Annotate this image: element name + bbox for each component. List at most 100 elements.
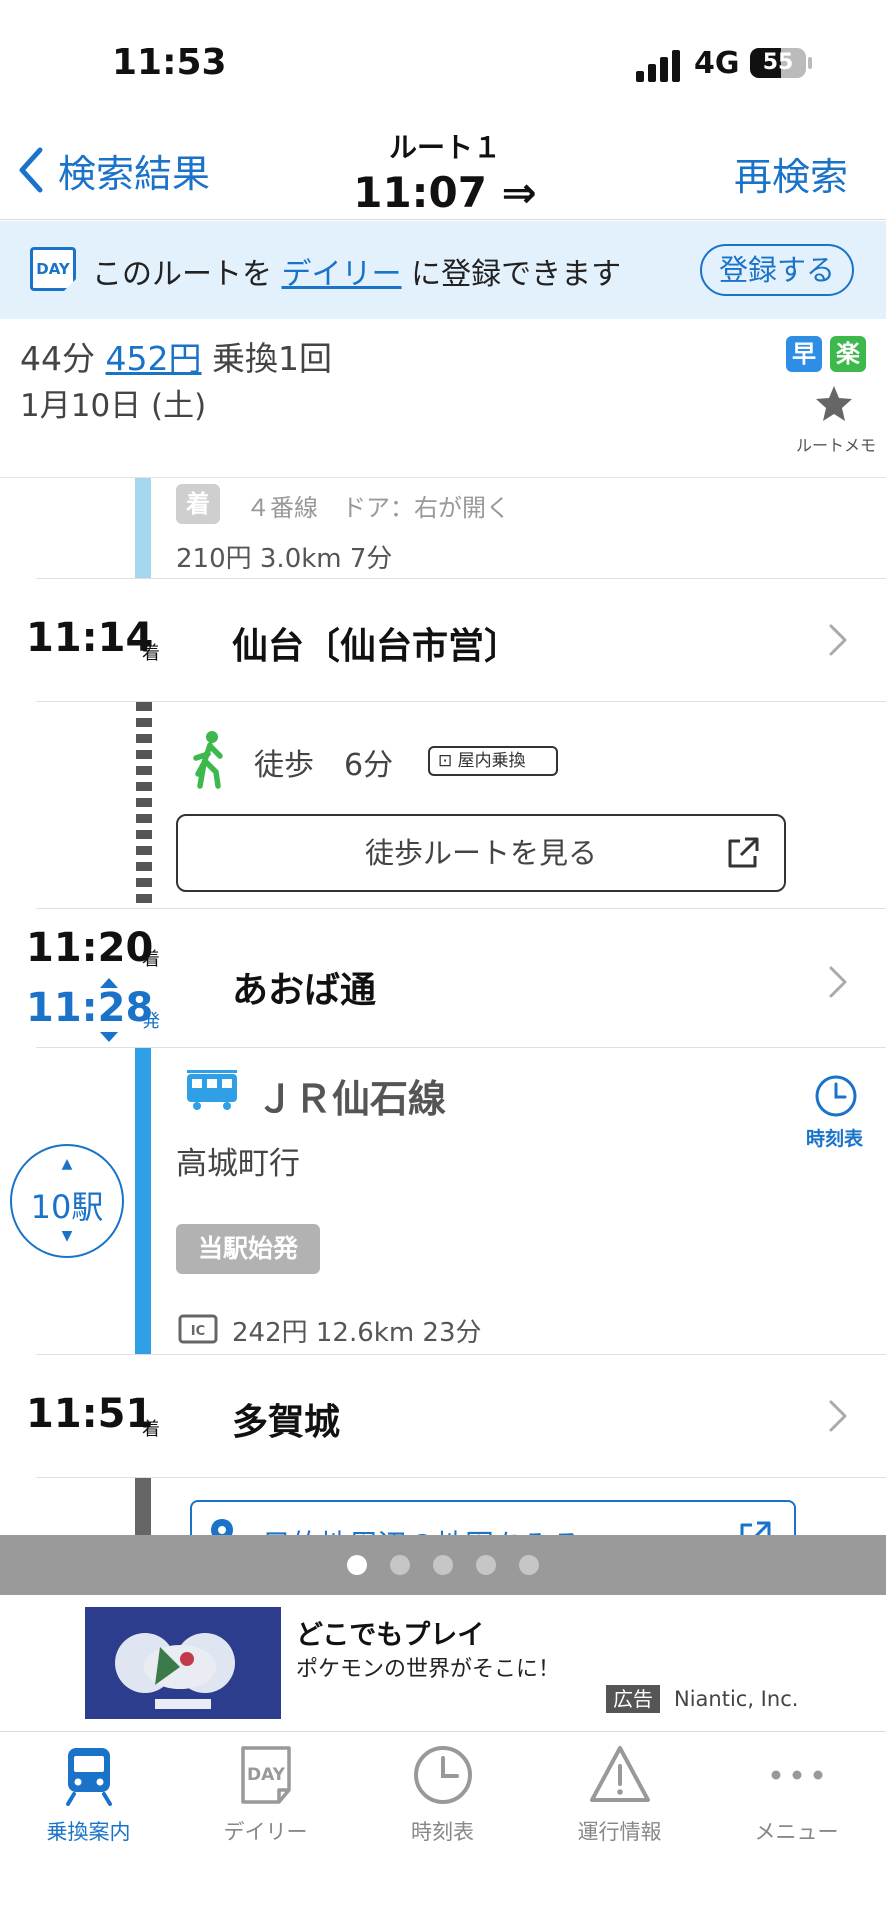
walk-route-button[interactable]: 徒歩ルートを見る (176, 814, 786, 892)
walk-duration: 徒歩 6分 (254, 748, 394, 783)
station-row-sendai[interactable]: 11:14 着 仙台〔仙台市営〕 (0, 579, 886, 701)
ad-image[interactable] (85, 1607, 281, 1719)
tab-bar: 乗換案内 DAY デイリー 時刻表 運行情報 メニュー (0, 1732, 886, 1920)
page-dot[interactable] (519, 1555, 539, 1575)
route-summary: 44分 452円 乗換1回 1月10日 (土) 早 楽 ルートメモ (0, 320, 886, 478)
departure-suffix: 発 (142, 1011, 160, 1032)
daily-banner-text: このルートを デイリー に登録できます (92, 257, 622, 292)
fare-link[interactable]: 452円 (106, 339, 202, 378)
line-name: ＪＲ仙石線 (256, 1077, 447, 1121)
star-icon[interactable] (814, 384, 854, 424)
tab-label: デイリー (223, 1820, 308, 1844)
arrival-time: 11:20 (26, 925, 154, 971)
station-count: 10駅 (30, 1188, 104, 1226)
back-label: 検索結果 (58, 151, 211, 196)
daily-link[interactable]: デイリー (282, 257, 402, 292)
platform-info: ４番線 ドア：右が開く (246, 494, 510, 522)
research-button[interactable]: 再検索 (734, 146, 848, 201)
warning-icon (590, 1746, 650, 1802)
tab-route-search[interactable]: 乗換案内 (0, 1744, 177, 1854)
station-count-button[interactable]: ▲ 10駅 ▼ (10, 1144, 124, 1258)
summary-line: 44分 452円 乗換1回 (20, 332, 332, 380)
page-dot[interactable] (347, 1555, 367, 1575)
easy-badge: 楽 (830, 336, 866, 372)
page-dots[interactable] (0, 1535, 886, 1595)
station-name: あおば通 (232, 970, 377, 1011)
prev-segment-rail (135, 478, 151, 578)
tab-service-info[interactable]: 運行情報 (531, 1744, 708, 1854)
battery-icon: 55 (750, 48, 806, 78)
origin-station-badge: 当駅始発 (176, 1224, 320, 1274)
page-indicator-bar (0, 1535, 886, 1595)
prev-segment-info: 210円 3.0km 7分 (176, 544, 393, 574)
station-name: 仙台〔仙台市営〕 (232, 626, 521, 667)
walking-person-icon (193, 731, 223, 789)
page-dot[interactable] (433, 1555, 453, 1575)
train-segment-rail (135, 1048, 151, 1354)
transfers: 乗換1回 (212, 339, 332, 378)
station-name: 多賀城 (232, 1402, 341, 1443)
arrival-suffix: 着 (142, 949, 160, 970)
walk-rail (136, 702, 152, 908)
status-time: 11:53 (112, 42, 227, 83)
tab-daily[interactable]: DAY デイリー (177, 1744, 354, 1854)
indoor-transfer-badge: ⊡ 屋内乗換 (428, 746, 558, 776)
fast-badge: 早 (786, 336, 822, 372)
arrival-suffix: 着 (142, 1419, 160, 1440)
back-button[interactable]: 検索結果 (18, 140, 210, 200)
daily-register-banner: DAY このルートを デイリー に登録できます 登録する (0, 221, 886, 319)
station-row-tagajo[interactable]: 11:51 着 多賀城 (0, 1355, 886, 1477)
network-type: 4G (694, 46, 740, 81)
status-bar: 11:53 4G 55 (0, 0, 886, 120)
door-icon: ⊡ (438, 751, 458, 771)
day-icon: DAY (30, 247, 76, 291)
arrival-time: 11:51 (26, 1391, 154, 1437)
duration: 44分 (20, 339, 95, 378)
more-icon (771, 1770, 823, 1780)
departure-time: 11:28 (26, 985, 154, 1031)
battery-cap (808, 57, 812, 69)
chevron-right-icon (829, 624, 847, 656)
tab-timetable[interactable]: 時刻表 (354, 1744, 531, 1854)
train-destination: 高城町行 (176, 1146, 300, 1182)
register-button[interactable]: 登録する (700, 244, 854, 296)
tab-label: メニュー (754, 1820, 839, 1844)
tab-menu[interactable]: メニュー (708, 1744, 885, 1854)
station-row-aoba[interactable]: 11:20 着 11:28 発 あおば通 (0, 909, 886, 1047)
svg-text:DAY: DAY (247, 1765, 286, 1785)
navigation-bar: 検索結果 ルート１ 11:07 ⇒ 11:51 再検索 (0, 120, 886, 266)
ad-subtitle: ポケモンの世界がそこに！ (296, 1657, 561, 1682)
tab-label: 乗換案内 (46, 1820, 131, 1844)
train-icon (187, 1070, 237, 1110)
clock-icon[interactable] (814, 1074, 858, 1118)
timetable-link[interactable]: 時刻表 (806, 1124, 863, 1151)
arrival-suffix: 着 (142, 643, 160, 664)
day-calendar-icon: DAY (241, 1746, 291, 1804)
route-memo-label[interactable]: ルートメモ (796, 432, 876, 456)
divider (36, 1477, 886, 1478)
train-fare-info: 242円 12.6km 23分 (232, 1318, 482, 1348)
divider (36, 1047, 886, 1048)
chevron-right-icon (829, 966, 847, 998)
time-adjust-icon[interactable] (98, 976, 120, 1044)
arrival-badge: 着 (176, 484, 220, 524)
page-dot[interactable] (390, 1555, 410, 1575)
triangle-up-icon: ▲ (61, 1156, 73, 1172)
tab-label: 時刻表 (411, 1820, 474, 1844)
train-icon (66, 1748, 112, 1806)
ad-banner[interactable]: どこでもプレイ ポケモンの世界がそこに！ 広告 Niantic, Inc. (0, 1595, 886, 1732)
arrival-time: 11:14 (26, 615, 154, 661)
chevron-right-icon (829, 1400, 847, 1432)
travel-date: 1月10日 (土) (20, 388, 207, 424)
svg-text:IC: IC (191, 1324, 205, 1339)
ad-title: どこでもプレイ (296, 1620, 485, 1651)
walk-route-label: 徒歩ルートを見る (364, 836, 597, 870)
external-link-icon (728, 837, 759, 868)
page-dot[interactable] (476, 1555, 496, 1575)
signal-icon (636, 50, 682, 82)
final-segment-rail (135, 1478, 151, 1538)
chevron-left-icon (19, 147, 43, 193)
battery-level: 55 (762, 50, 794, 75)
divider (36, 701, 886, 702)
tab-label: 運行情報 (577, 1820, 662, 1844)
